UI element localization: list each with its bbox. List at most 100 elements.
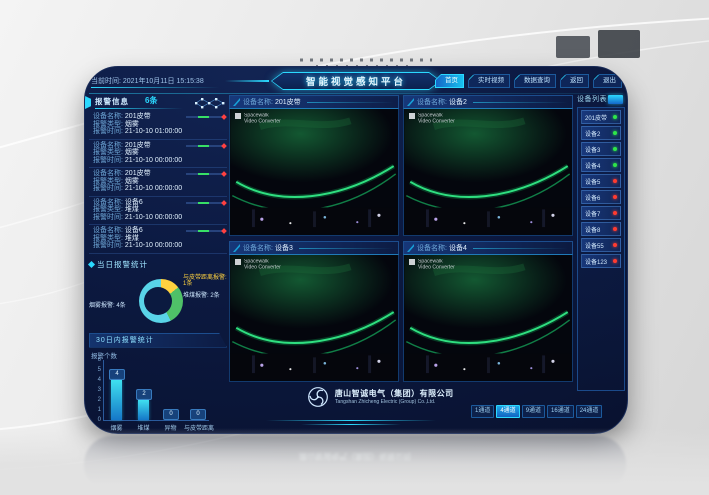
video-feed[interactable]: Spacewalk Video Converter [229,109,399,236]
alarm-time-value: 21-10-10 00:00:00 [125,185,182,192]
view-button-3[interactable]: 9通道 [522,405,545,418]
alarm-level-slider[interactable] [186,202,224,204]
company-logo-icon [307,386,329,408]
y-tick: 1 [91,407,101,413]
watermark-line1: Spacewalk [244,113,269,118]
alarm-device-name: 201皮带 [125,113,151,120]
device-list-item[interactable]: 设备8 [581,222,621,236]
time-underline [91,87,219,88]
alarm-time-label: 报警时间: [93,185,123,192]
alarm-entry[interactable]: 设备名称: 201皮带报警类型: 烟雾报警时间: 21-10-10 00:00:… [89,140,227,169]
video-feed[interactable]: Spacewalk Video Converter [403,109,573,236]
device-list: 201皮带设备2 设备3 设备4 设备5 设备6 设备7 设备8 设备55 设备123 [577,107,625,391]
left-panel: 报警信息 6条 [89,95,227,434]
channel-name-value: 201皮带 [275,97,301,107]
video-content [230,109,398,233]
alarm-entry[interactable]: 设备名称: 201皮带报警类型: 烟雾报警时间: 21-10-10 01:00:… [89,111,227,140]
y-axis [103,360,104,420]
video-channel-2[interactable]: 设备名称: 设备2 [403,95,573,235]
alarm-level-slider[interactable] [186,230,224,232]
view-button-2[interactable]: 4通道 [496,405,519,418]
company-name-cn: 唐山智诚电气（集团）有限公司 [335,388,464,399]
channel-name-label: 设备名称: [243,97,273,107]
donut-legend-left: 烟雾报警: 4条 [89,300,126,309]
alarm-device-name: 设备6 [125,199,143,206]
x-axis [103,420,209,421]
video-content [230,255,398,379]
device-list-item[interactable]: 设备3 [581,142,621,156]
bar-value-chip: 0 [190,409,206,420]
y-tick: 2 [91,397,101,403]
alarm-type-value: 堆煤 [125,235,139,242]
watermark-line2: Video Converter [244,265,281,270]
status-dot [613,115,617,119]
video-grid: 设备名称: 201皮带 [229,95,573,383]
current-time: 当前时间: 2021年10月11日 15:15:38 [91,76,204,86]
device-name: 设备7 [585,209,600,218]
background-artifact [556,36,590,58]
alarm-type-label: 报警类型: [93,178,123,185]
nav-button-3[interactable]: 数据查询 [514,74,556,88]
nav-button-1[interactable]: 首页 [435,74,464,88]
device-name: 设备123 [585,257,607,266]
device-list-item[interactable]: 201皮带 [581,110,621,124]
video-channel-3[interactable]: 设备名称: 设备3 [229,241,399,381]
video-feed[interactable]: Spacewalk Video Converter [403,255,573,382]
device-list-item[interactable]: 设备2 [581,126,621,140]
donut-legend-item: 与皮带距离报警: 1条 [183,275,227,288]
channel-title: 设备名称: 设备3 [229,241,399,255]
nav-button-4[interactable]: 返回 [560,74,589,88]
alarm-type-value: 烟雾 [125,121,139,128]
watermark-logo-icon [235,259,241,265]
background-artifact [598,30,640,58]
alarm-time-label: 报警时间: [93,242,123,249]
alarm-entry[interactable]: 设备名称: 201皮带报警类型: 烟雾报警时间: 21-10-10 00:00:… [89,168,227,197]
alarm-entry[interactable]: 设备名称: 设备6报警类型: 堆煤报警时间: 21-10-10 00:00:00 [89,225,227,254]
device-list-item[interactable]: 设备4 [581,158,621,172]
watermark-line2: Video Converter [418,119,455,124]
header-divider [89,93,623,94]
view-button-4[interactable]: 16通道 [547,405,574,418]
device-list-item[interactable]: 设备123 [581,254,621,268]
status-dot [613,195,617,199]
video-channel-4[interactable]: 设备名称: 设备4 [403,241,573,381]
company-name-en: Tangshan Zhicheng Electric (Group) Co.,L… [335,399,435,404]
status-dot [613,163,617,167]
device-list-item[interactable]: 设备55 [581,238,621,252]
nav-button-5[interactable]: 退出 [593,74,622,88]
status-dot [613,179,617,183]
device-list-item[interactable]: 设备5 [581,174,621,188]
alarm-level-slider[interactable] [186,145,224,147]
donut-legend-right: 与皮带距离报警: 1条 堆煤报警: 2条 [183,275,227,299]
alarm-level-slider[interactable] [186,116,224,118]
device-list-item[interactable]: 设备7 [581,206,621,220]
video-content [404,109,572,233]
alarm-time-value: 21-10-10 00:00:00 [125,214,182,221]
nav-button-2[interactable]: 实时视频 [468,74,510,88]
view-button-5[interactable]: 24通道 [576,405,603,418]
today-stats-title: 当日报警统计 [89,259,227,270]
y-tick: 5 [91,367,101,373]
device-list-tab[interactable] [608,95,623,104]
video-feed[interactable]: Spacewalk Video Converter [229,255,399,382]
alarm-panel-title: 报警信息 [95,96,129,107]
page-title-text: 智能视觉感知平台 [306,74,406,88]
bar-series [111,380,122,420]
network-icon [193,95,227,111]
alarm-time-label: 报警时间: [93,157,123,164]
status-dot [613,147,617,151]
alarm-time-label: 报警时间: [93,214,123,221]
channel-name-value: 设备3 [275,243,293,253]
alarm-entry[interactable]: 设备名称: 设备6报警类型: 堆煤报警时间: 21-10-10 00:00:00 [89,197,227,226]
top-nav: 首页实时视频数据查询返回退出 [435,74,622,88]
channel-name-value: 设备4 [449,243,467,253]
video-channel-1[interactable]: 设备名称: 201皮带 [229,95,399,235]
alarm-device-name: 设备6 [125,227,143,234]
video-watermark: Spacewalk Video Converter [409,259,461,272]
alarm-level-slider[interactable] [186,173,224,175]
alarm-type-label: 报警类型: [93,149,123,156]
view-button-1[interactable]: 1通道 [471,405,494,418]
today-stats-donut-chart: 烟雾报警: 4条 与皮带距离报警: 1条 堆煤报警: 2条 [89,272,227,330]
device-list-item[interactable]: 设备6 [581,190,621,204]
device-name: 设备55 [585,241,604,250]
